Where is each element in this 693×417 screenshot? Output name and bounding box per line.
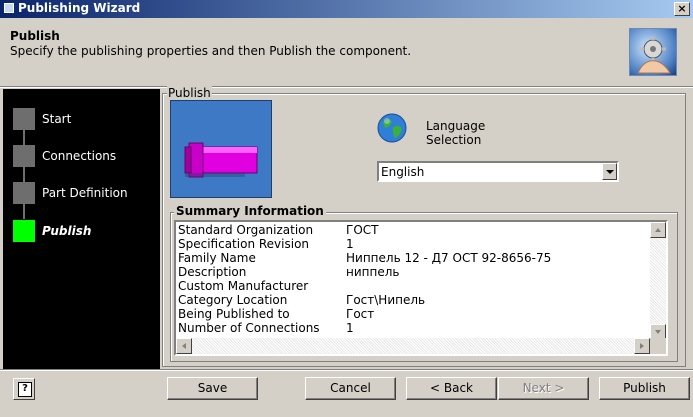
wizard-logo-icon — [629, 28, 677, 76]
step-indicator — [13, 182, 35, 204]
step-indicator — [13, 145, 35, 167]
summary-legend: Summary Information — [174, 204, 326, 218]
language-dropdown[interactable]: English — [377, 161, 619, 182]
window-title: Publishing Wizard — [18, 1, 141, 15]
page-title: Publish — [10, 29, 60, 43]
step-label: Part Definition — [42, 186, 128, 200]
title-bar: Publishing Wizard × — [0, 0, 693, 18]
close-button[interactable]: × — [674, 2, 690, 16]
help-icon: ? — [18, 382, 32, 397]
wizard-steps-panel: Start Connections Part Definition Publis… — [3, 89, 160, 369]
publish-group-legend: Publish — [167, 86, 212, 100]
step-indicator-active — [13, 220, 35, 242]
part-preview-image — [170, 100, 272, 198]
step-label: Start — [42, 112, 72, 126]
back-button[interactable]: < Back — [406, 377, 497, 400]
next-button[interactable]: Next > — [498, 377, 589, 400]
scroll-up-icon[interactable] — [650, 222, 666, 238]
page-subtitle: Specify the publishing properties and th… — [10, 44, 412, 58]
scroll-left-icon[interactable] — [176, 338, 192, 354]
wizard-header: Publish Specify the publishing propertie… — [0, 18, 693, 86]
scroll-corner — [650, 338, 666, 354]
chevron-down-icon[interactable] — [602, 163, 617, 180]
summary-list[interactable]: Standard Organization ГОСТ Specification… — [174, 220, 668, 356]
language-selected-value: English — [381, 165, 425, 179]
save-button[interactable]: Save — [167, 377, 258, 400]
language-selection-label: Language Selection — [426, 119, 486, 147]
cancel-button[interactable]: Cancel — [305, 377, 396, 400]
scroll-right-icon[interactable] — [634, 338, 650, 354]
horizontal-scrollbar[interactable] — [176, 338, 650, 354]
step-indicator — [13, 108, 35, 130]
globe-icon — [376, 112, 408, 144]
step-label: Publish — [42, 224, 92, 238]
publish-button[interactable]: Publish — [599, 377, 690, 400]
step-label: Connections — [42, 149, 117, 163]
app-icon — [4, 3, 14, 13]
vertical-scrollbar[interactable] — [650, 222, 666, 340]
help-button[interactable]: ? — [13, 378, 35, 400]
